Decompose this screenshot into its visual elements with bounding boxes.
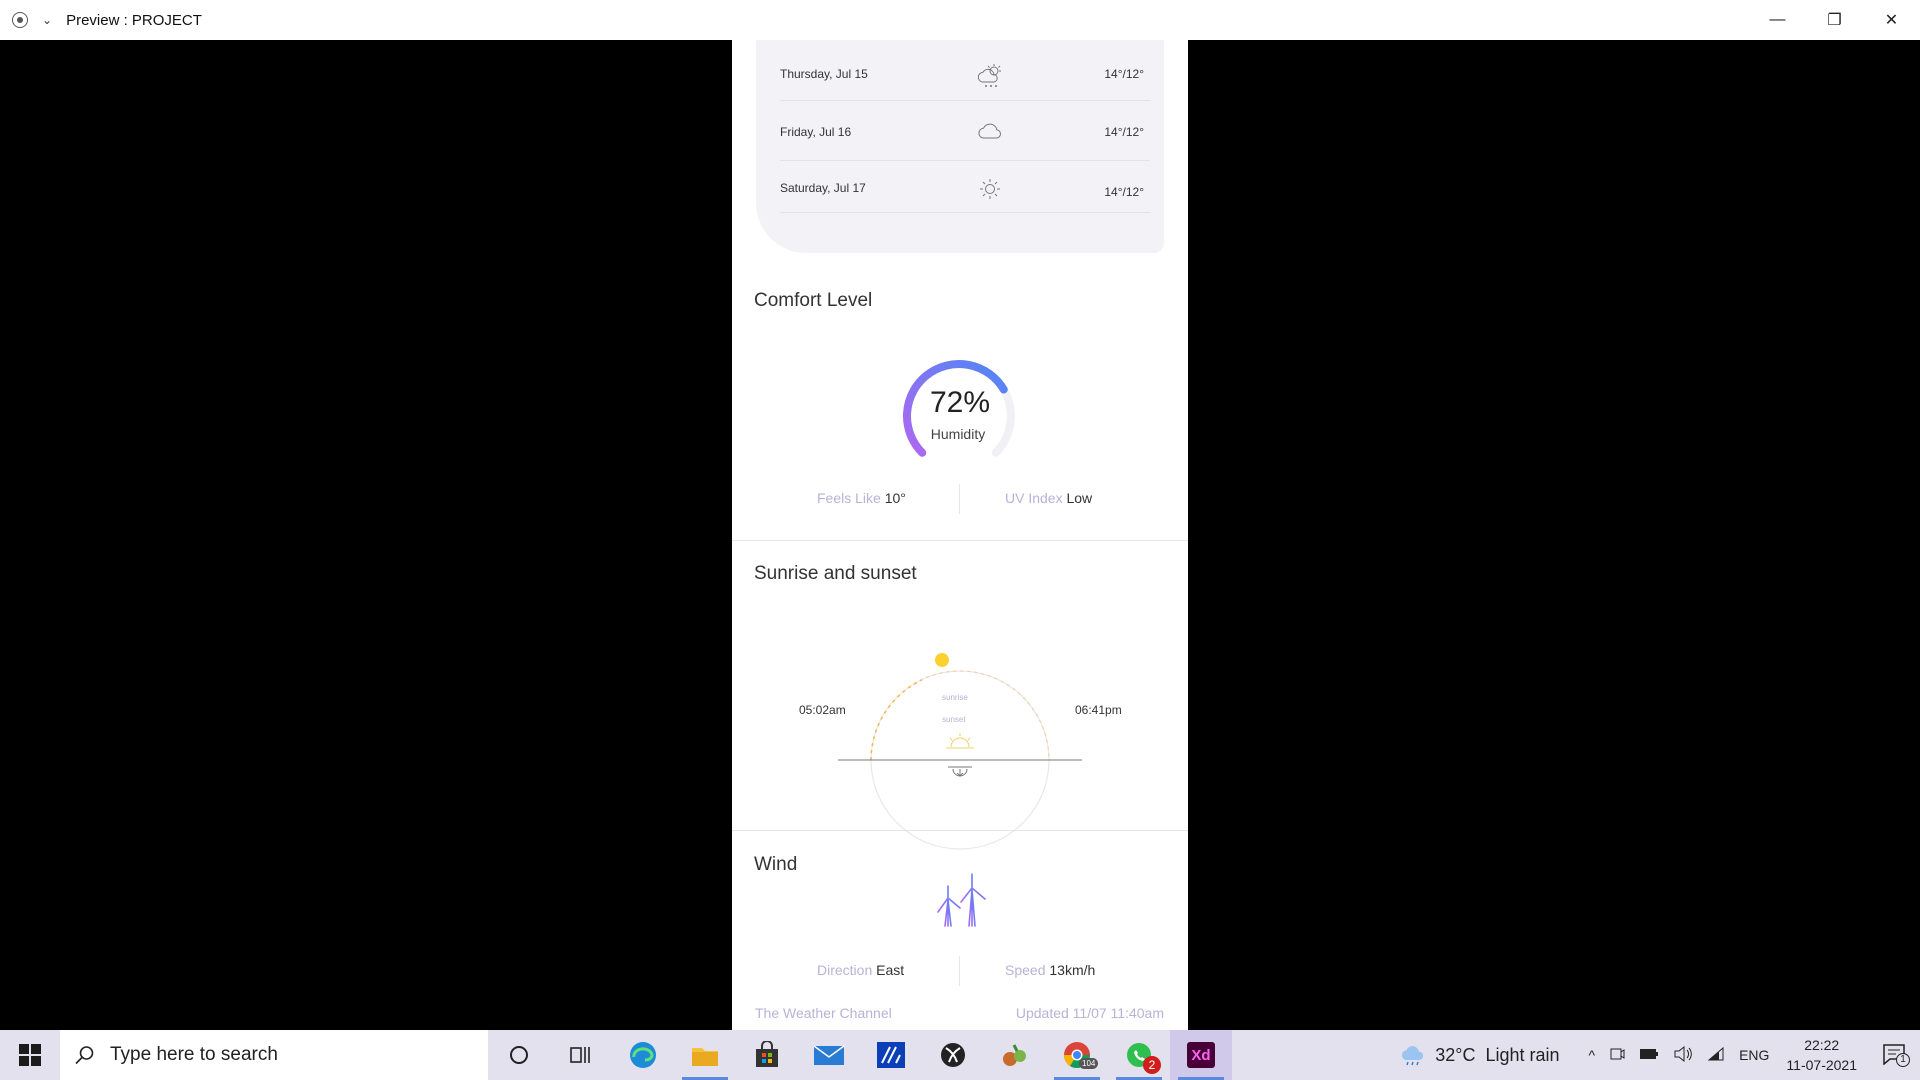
clock-date: 11-07-2021 — [1786, 1057, 1857, 1073]
whatsapp-icon[interactable]: 2 — [1108, 1030, 1170, 1080]
minimize-button[interactable]: — — [1749, 0, 1806, 40]
weather-text: 32°C Light rain — [1435, 1044, 1560, 1065]
notification-count: 1 — [1896, 1052, 1910, 1067]
battery-icon[interactable] — [1639, 1047, 1659, 1064]
sunset-icon — [948, 766, 972, 777]
uv-index-value: Low — [1066, 490, 1093, 506]
whatsapp-badge: 2 — [1143, 1056, 1161, 1074]
adobe-xd-icon[interactable]: Xd — [1170, 1030, 1232, 1080]
search-icon — [75, 1046, 94, 1065]
section-divider — [732, 830, 1188, 831]
feels-like: Feels Like 10° — [817, 490, 906, 506]
clock[interactable]: 22:22 11-07-2021 — [1786, 1035, 1857, 1075]
uv-index-label: UV Index — [1005, 490, 1063, 506]
weather-widget[interactable]: 32°C Light rain — [1399, 1044, 1560, 1066]
updated-time: Updated 11/07 11:40am — [1015, 1005, 1164, 1021]
file-explorer-icon[interactable] — [674, 1030, 736, 1080]
forecast-divider — [780, 100, 1150, 101]
sun-icon — [976, 176, 1006, 200]
wifi-icon[interactable] — [1707, 1046, 1725, 1065]
show-hidden-icons-chevron-icon[interactable]: ^ — [1589, 1047, 1596, 1063]
task-view-icon[interactable] — [550, 1030, 612, 1080]
feels-like-value: 10° — [884, 490, 906, 506]
window-title: Preview : PROJECT — [66, 11, 202, 29]
sun-path-diagram — [838, 653, 1082, 850]
forecast-temp: 14°/12° — [1104, 67, 1144, 81]
clock-time: 22:22 — [1804, 1037, 1840, 1053]
mail-icon[interactable] — [798, 1030, 860, 1080]
forecast-day: Friday, Jul 16 — [780, 125, 852, 139]
wind-direction-value: East — [876, 962, 905, 978]
meet-now-icon[interactable] — [1609, 1046, 1625, 1065]
search-placeholder: Type here to search — [110, 1044, 278, 1065]
weather-source-link[interactable]: The Weather Channel — [755, 1005, 892, 1021]
notifications-button[interactable]: 1 — [1882, 1043, 1910, 1068]
sunrise-sunset-title: Sunrise and sunset — [754, 563, 917, 584]
language-indicator[interactable]: ENG — [1739, 1047, 1769, 1063]
xbox-icon[interactable] — [922, 1030, 984, 1080]
preview-canvas[interactable]: Thursday, Jul 15 14°/12° Friday, Jul 16 … — [732, 40, 1188, 1030]
wind-direction: Direction East — [817, 962, 904, 978]
wind-speed-label: Speed — [1005, 962, 1046, 978]
snow-sun-icon — [976, 62, 1006, 87]
chrome-icon[interactable]: 104 — [1046, 1030, 1108, 1080]
visual-studio-icon[interactable] — [860, 1030, 922, 1080]
taskbar-search[interactable]: Type here to search — [60, 1030, 488, 1080]
forecast-row[interactable]: Thursday, Jul 15 14°/12° — [780, 62, 1144, 87]
record-icon[interactable] — [12, 12, 28, 28]
wind-speed-value: 13km/h — [1049, 962, 1096, 978]
forecast-row[interactable]: Friday, Jul 16 14°/12° — [780, 120, 1144, 144]
cortana-icon[interactable] — [488, 1030, 550, 1080]
edge-icon[interactable] — [612, 1030, 674, 1080]
chevron-down-icon[interactable]: ⌄ — [42, 13, 52, 27]
cloud-icon — [976, 120, 1006, 144]
wind-title: Wind — [754, 854, 798, 875]
humidity-value: 72% — [929, 386, 991, 419]
stat-divider — [959, 484, 960, 514]
xd-label: Xd — [1187, 1042, 1215, 1068]
taskbar: Type here to search 104 2 Xd 32°C Light … — [0, 1030, 1920, 1080]
store-icon[interactable] — [736, 1030, 798, 1080]
stat-divider — [959, 956, 960, 986]
sunset-label: sunset — [942, 715, 966, 724]
sunrise-icon — [946, 733, 974, 749]
sunrise-label: sunrise — [942, 693, 968, 702]
sunset-time: 06:41pm — [1075, 703, 1122, 717]
window-titlebar: ⌄ Preview : PROJECT — ❐ ✕ — [0, 0, 1920, 40]
game-app-icon[interactable] — [984, 1030, 1046, 1080]
chrome-badge: 104 — [1079, 1058, 1099, 1069]
uv-index: UV Index Low — [1005, 490, 1092, 506]
wind-direction-label: Direction — [817, 962, 873, 978]
forecast-divider — [780, 160, 1150, 161]
forecast-divider — [780, 212, 1150, 213]
rain-cloud-icon — [1402, 1046, 1424, 1066]
humidity-label: Humidity — [930, 426, 986, 442]
wind-turbine-icon — [931, 873, 989, 928]
close-button[interactable]: ✕ — [1863, 0, 1920, 40]
forecast-row[interactable]: Saturday, Jul 17 14°/12° — [780, 176, 1144, 200]
forecast-temp: 14°/12° — [1104, 185, 1144, 199]
system-tray: 32°C Light rain ^ ENG 22:22 11-07-2021 1 — [1399, 1030, 1920, 1080]
feels-like-label: Feels Like — [817, 490, 881, 506]
sunrise-time: 05:02am — [799, 703, 846, 717]
restore-button[interactable]: ❐ — [1806, 0, 1863, 40]
start-button[interactable] — [0, 1030, 60, 1080]
sun-position-icon — [935, 653, 949, 667]
forecast-day: Thursday, Jul 15 — [780, 67, 868, 81]
comfort-level-title: Comfort Level — [754, 290, 873, 311]
forecast-day: Saturday, Jul 17 — [780, 181, 866, 195]
wind-speed: Speed 13km/h — [1005, 962, 1095, 978]
volume-icon[interactable] — [1673, 1045, 1693, 1065]
window-controls: — ❐ ✕ — [1749, 0, 1920, 40]
windows-logo-icon — [19, 1044, 41, 1066]
section-divider — [732, 540, 1188, 541]
forecast-temp: 14°/12° — [1104, 125, 1144, 139]
